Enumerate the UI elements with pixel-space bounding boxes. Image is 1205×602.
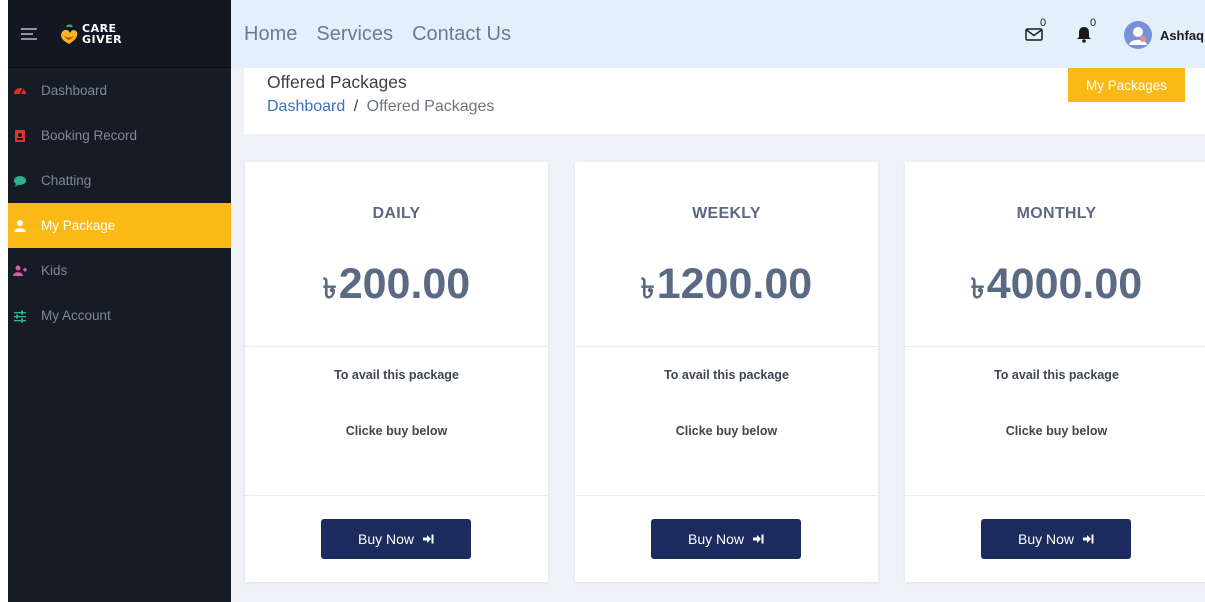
brand-bar: CARE GIVER xyxy=(8,0,231,68)
price-value: 4000.00 xyxy=(986,260,1143,308)
user-icon xyxy=(14,219,26,232)
topbar-actions: 0 0 Ashfaq xyxy=(1024,17,1205,52)
sidebar-item-chatting[interactable]: Chatting xyxy=(8,158,231,203)
package-description-line-2: Clicke buy below xyxy=(345,424,448,438)
nav-link-services[interactable]: Services xyxy=(316,23,393,46)
sign-in-icon xyxy=(753,534,764,544)
breadcrumb: Dashboard / Offered Packages xyxy=(267,98,494,116)
package-name: DAILY xyxy=(372,205,421,222)
sidebar-item-label: My Account xyxy=(41,308,111,323)
sign-in-icon xyxy=(1083,534,1094,544)
page-header: Offered Packages Dashboard / Offered Pac… xyxy=(244,68,1205,134)
mail-button[interactable]: 0 xyxy=(1024,17,1046,46)
top-nav: Home Services Contact Us xyxy=(244,23,511,46)
comment-icon xyxy=(14,175,26,187)
sidebar-item-kids[interactable]: Kids xyxy=(8,248,231,293)
address-book-icon xyxy=(15,129,25,142)
buy-now-button[interactable]: Buy Now xyxy=(651,519,801,559)
price-value: 200.00 xyxy=(338,260,471,308)
package-description-line-2: Clicke buy below xyxy=(675,424,778,438)
care-giver-logo[interactable]: CARE GIVER xyxy=(58,22,138,48)
logo-line-2: GIVER xyxy=(82,33,123,46)
divider xyxy=(245,346,548,347)
currency-symbol: ৳ xyxy=(322,272,337,305)
sidebar-item-my-package[interactable]: My Package xyxy=(8,203,231,248)
sliders-icon xyxy=(14,310,26,322)
mail-count-badge: 0 xyxy=(1039,17,1047,29)
divider xyxy=(575,346,878,347)
package-name: MONTHLY xyxy=(1016,205,1097,222)
notification-count-badge: 0 xyxy=(1089,17,1097,29)
package-description-line-1: To avail this package xyxy=(334,368,459,382)
buy-now-label: Buy Now xyxy=(357,531,415,547)
sidebar-item-label: Dashboard xyxy=(41,83,108,98)
package-description-line-1: To avail this package xyxy=(994,368,1119,382)
buy-now-label: Buy Now xyxy=(687,531,745,547)
package-description-line-1: To avail this package xyxy=(664,368,789,382)
nav-link-home[interactable]: Home xyxy=(244,23,297,46)
sidebar-item-label: Chatting xyxy=(41,173,92,188)
my-packages-button[interactable]: My Packages xyxy=(1068,68,1185,102)
package-price: ৳200.00 xyxy=(245,260,548,314)
package-description-line-2: Clicke buy below xyxy=(1005,424,1108,438)
notifications-button[interactable]: 0 xyxy=(1074,17,1096,46)
package-price: ৳1200.00 xyxy=(575,260,878,314)
buy-now-button[interactable]: Buy Now xyxy=(321,519,471,559)
breadcrumb-current: Offered Packages xyxy=(366,98,495,115)
buy-now-button[interactable]: Buy Now xyxy=(981,519,1131,559)
package-name: WEEKLY xyxy=(692,205,761,222)
hamburger-menu-icon[interactable] xyxy=(21,28,37,40)
main-content: Offered Packages Dashboard / Offered Pac… xyxy=(231,68,1205,602)
buy-now-label: Buy Now xyxy=(1017,531,1075,547)
user-plus-icon xyxy=(13,265,27,276)
sidebar-item-label: Booking Record xyxy=(41,128,138,143)
logo-text: CARE GIVER xyxy=(82,23,122,45)
tachometer-icon xyxy=(14,87,26,94)
left-margin xyxy=(0,0,8,602)
username[interactable]: Ashfaq xyxy=(1160,28,1204,43)
sidebar: CARE GIVER Dashboard Booking Record Chat… xyxy=(8,0,231,602)
sidebar-item-my-account[interactable]: My Account xyxy=(8,293,231,338)
breadcrumb-separator: / xyxy=(353,98,359,115)
page-title: Offered Packages xyxy=(267,72,407,92)
sidebar-item-dashboard[interactable]: Dashboard xyxy=(8,68,231,113)
package-card-daily: DAILY ৳200.00 To avail this package Clic… xyxy=(245,162,548,582)
logo-mark-icon xyxy=(61,24,78,44)
breadcrumb-dashboard-link[interactable]: Dashboard xyxy=(267,98,345,115)
divider xyxy=(245,495,548,496)
package-card-monthly: MONTHLY ৳4000.00 To avail this package C… xyxy=(905,162,1205,582)
package-card-weekly: WEEKLY ৳1200.00 To avail this package Cl… xyxy=(575,162,878,582)
sidebar-nav: Dashboard Booking Record Chatting My Pac… xyxy=(8,68,231,338)
divider xyxy=(905,346,1205,347)
topbar: Home Services Contact Us 0 0 Ashfaq xyxy=(231,0,1205,68)
avatar[interactable] xyxy=(1123,21,1152,49)
sign-in-icon xyxy=(423,534,434,544)
sidebar-item-label: My Package xyxy=(41,218,116,233)
divider xyxy=(575,495,878,496)
divider xyxy=(905,495,1205,496)
sidebar-item-booking-record[interactable]: Booking Record xyxy=(8,113,231,158)
user-avatar-icon xyxy=(1128,27,1147,45)
sidebar-item-label: Kids xyxy=(41,263,68,278)
currency-symbol: ৳ xyxy=(640,272,655,305)
currency-symbol: ৳ xyxy=(970,272,985,305)
price-value: 1200.00 xyxy=(656,260,813,308)
nav-link-contact-us[interactable]: Contact Us xyxy=(412,23,511,46)
package-price: ৳4000.00 xyxy=(905,260,1205,314)
